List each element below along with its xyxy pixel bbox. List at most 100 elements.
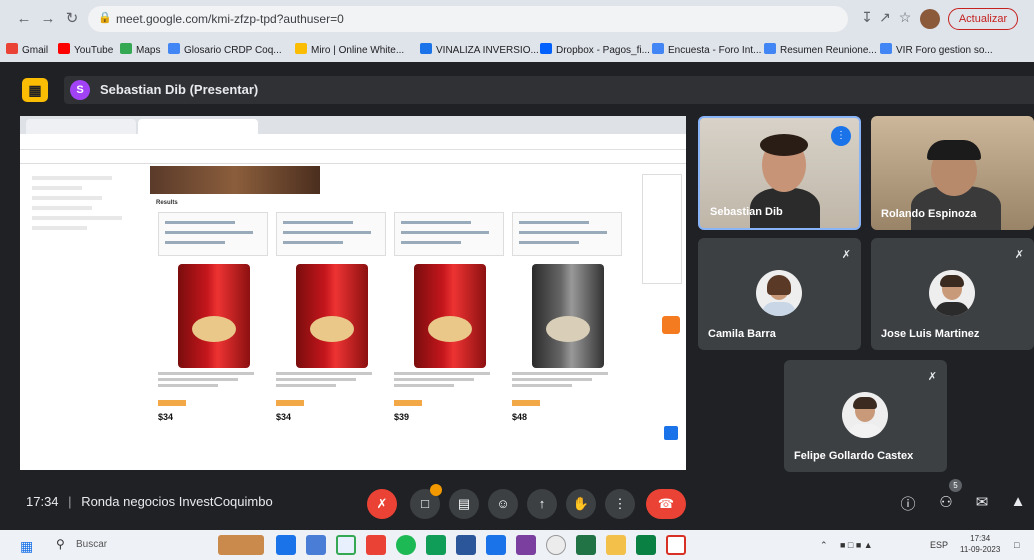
bookmark-miro[interactable]: Miro | Online White... bbox=[295, 43, 404, 56]
spotify-icon[interactable] bbox=[396, 535, 416, 555]
product-description bbox=[276, 372, 386, 390]
product-description bbox=[158, 372, 268, 390]
file-explorer-icon[interactable] bbox=[606, 535, 626, 555]
bookmark-youtube[interactable]: YouTube bbox=[58, 43, 113, 56]
product-price: $34 bbox=[158, 412, 174, 422]
meeting-name: Ronda negocios InvestCoquimbo bbox=[81, 494, 273, 509]
activities-icon[interactable]: ▲ bbox=[1008, 493, 1028, 510]
reload-icon[interactable]: ↻ bbox=[62, 9, 82, 29]
participant-name: Camila Barra bbox=[708, 328, 776, 340]
taskbar-app-icon[interactable] bbox=[486, 535, 506, 555]
captions-button[interactable]: ▤ bbox=[449, 489, 479, 519]
clock-date: 11-09-2023 bbox=[960, 545, 1001, 554]
taskbar-app-icon[interactable] bbox=[426, 535, 446, 555]
participant-tile[interactable]: ✗ Felipe Gollardo Castex bbox=[784, 360, 947, 472]
taskbar-app-icon[interactable] bbox=[516, 535, 536, 555]
taskbar-search[interactable]: ⚲ Buscar bbox=[52, 534, 182, 556]
tray-chevron-icon[interactable]: ⌃ bbox=[820, 540, 828, 551]
update-button[interactable]: Actualizar bbox=[948, 8, 1018, 30]
raise-hand-button[interactable]: ✋ bbox=[566, 489, 596, 519]
people-icon[interactable]: ⚇ bbox=[936, 493, 956, 511]
more-options-button[interactable]: ⋮ bbox=[605, 489, 635, 519]
presenter-avatar: S bbox=[70, 80, 90, 100]
emoji-button[interactable]: ☺ bbox=[488, 489, 518, 519]
participant-tile[interactable]: ✗ Jose Luis Martinez bbox=[871, 238, 1034, 350]
product-card[interactable]: $39 bbox=[394, 212, 504, 466]
address-bar[interactable]: 🔒 meet.google.com/kmi-zfzp-tpd?authuser=… bbox=[88, 6, 848, 32]
miro-icon bbox=[295, 43, 307, 54]
leave-call-button[interactable]: ☎ bbox=[646, 489, 686, 519]
product-card-header bbox=[512, 212, 622, 256]
bookmark-vinaliza[interactable]: VINALIZA INVERSIO... bbox=[420, 43, 539, 56]
participant-name: Felipe Gollardo Castex bbox=[794, 450, 914, 462]
tray-icons[interactable]: ■ □ ■ ▲ bbox=[840, 540, 900, 550]
bookmark-maps[interactable]: Maps bbox=[120, 43, 160, 56]
sponsored-panel bbox=[642, 174, 682, 284]
settings-icon[interactable] bbox=[546, 535, 566, 555]
product-description bbox=[512, 372, 622, 390]
taskbar-app-icon[interactable] bbox=[366, 535, 386, 555]
excel-icon[interactable] bbox=[576, 535, 596, 555]
product-banner bbox=[150, 166, 320, 194]
shared-tab bbox=[138, 119, 258, 134]
bookmark-glosario[interactable]: Glosario CRDP Coq... bbox=[168, 43, 282, 56]
participant-tile[interactable]: ⋮ Sebastian Dib bbox=[698, 116, 861, 230]
forward-arrow-icon[interactable]: → bbox=[38, 9, 58, 29]
share-icon[interactable]: ↗ bbox=[876, 9, 894, 26]
product-card[interactable]: $34 bbox=[276, 212, 386, 466]
product-price: $39 bbox=[394, 412, 410, 422]
mic-toggle-button[interactable]: ✗ bbox=[367, 489, 397, 519]
bookmark-vir-foro[interactable]: VIR Foro gestion so... bbox=[880, 43, 993, 56]
clock-time: 17:34 bbox=[970, 534, 991, 543]
mic-off-icon: ✗ bbox=[1014, 249, 1024, 261]
floating-button[interactable] bbox=[662, 316, 680, 334]
shared-screen: Results $34 $34 $39 $48 bbox=[20, 116, 686, 470]
language-indicator[interactable]: ESP bbox=[930, 540, 948, 550]
presentation-icon[interactable]: ▦ bbox=[22, 78, 48, 102]
product-card[interactable]: $34 bbox=[158, 212, 268, 466]
maps-icon bbox=[120, 43, 132, 54]
docs-icon bbox=[764, 43, 776, 54]
price-tag bbox=[394, 400, 422, 406]
back-arrow-icon[interactable]: ← bbox=[14, 9, 34, 29]
chat-widget-icon[interactable] bbox=[664, 426, 678, 440]
filter-sidebar bbox=[32, 176, 142, 466]
taskbar-app-icon[interactable] bbox=[218, 535, 264, 555]
windows-start-icon[interactable]: ▦ bbox=[20, 538, 33, 555]
word-icon[interactable] bbox=[456, 535, 476, 555]
download-icon[interactable]: ↧ bbox=[858, 9, 876, 26]
meeting-info: 17:34 | Ronda negocios InvestCoquimbo bbox=[26, 494, 273, 509]
star-icon[interactable]: ☆ bbox=[896, 9, 914, 26]
bookmark-encuesta[interactable]: Encuesta - Foro Int... bbox=[652, 43, 761, 56]
bookmarks-bar: Gmail YouTube Maps Glosario CRDP Coq... … bbox=[0, 38, 1034, 62]
bookmark-resumen[interactable]: Resumen Reunione... bbox=[764, 43, 877, 56]
product-price: $48 bbox=[512, 412, 528, 422]
taskbar-app-icon[interactable] bbox=[636, 535, 656, 555]
taskbar-app-icon[interactable] bbox=[306, 535, 326, 555]
present-screen-button[interactable]: ↑ bbox=[527, 489, 557, 519]
info-icon[interactable]: ⓘ bbox=[898, 493, 918, 514]
participant-tile[interactable]: Rolando Espinoza bbox=[871, 116, 1034, 230]
chat-icon[interactable]: ✉ bbox=[972, 493, 992, 511]
taskbar-app-icon[interactable] bbox=[276, 535, 296, 555]
docs-icon bbox=[168, 43, 180, 54]
chrome-icon[interactable] bbox=[336, 535, 356, 555]
bookmark-dropbox[interactable]: Dropbox - Pagos_fi... bbox=[540, 43, 650, 56]
participant-tile[interactable]: ✗ Camila Barra bbox=[698, 238, 861, 350]
search-icon: ⚲ bbox=[56, 537, 65, 551]
product-card-header bbox=[276, 212, 386, 256]
taskbar-search-text: Buscar bbox=[76, 539, 108, 550]
pdf-icon[interactable] bbox=[666, 535, 686, 555]
participant-avatar bbox=[929, 270, 975, 316]
youtube-icon bbox=[58, 43, 70, 54]
shared-url-bar bbox=[20, 134, 686, 150]
bookmark-gmail[interactable]: Gmail bbox=[6, 43, 48, 56]
product-card[interactable]: $48 bbox=[512, 212, 622, 466]
product-description bbox=[394, 372, 504, 390]
people-count-badge: 5 bbox=[949, 479, 962, 492]
results-heading: Results bbox=[156, 200, 178, 206]
notifications-icon[interactable]: □ bbox=[1014, 540, 1019, 550]
profile-avatar[interactable] bbox=[920, 9, 940, 29]
system-clock[interactable]: 17:34 11-09-2023 bbox=[960, 533, 1000, 555]
filter-line bbox=[32, 186, 82, 190]
